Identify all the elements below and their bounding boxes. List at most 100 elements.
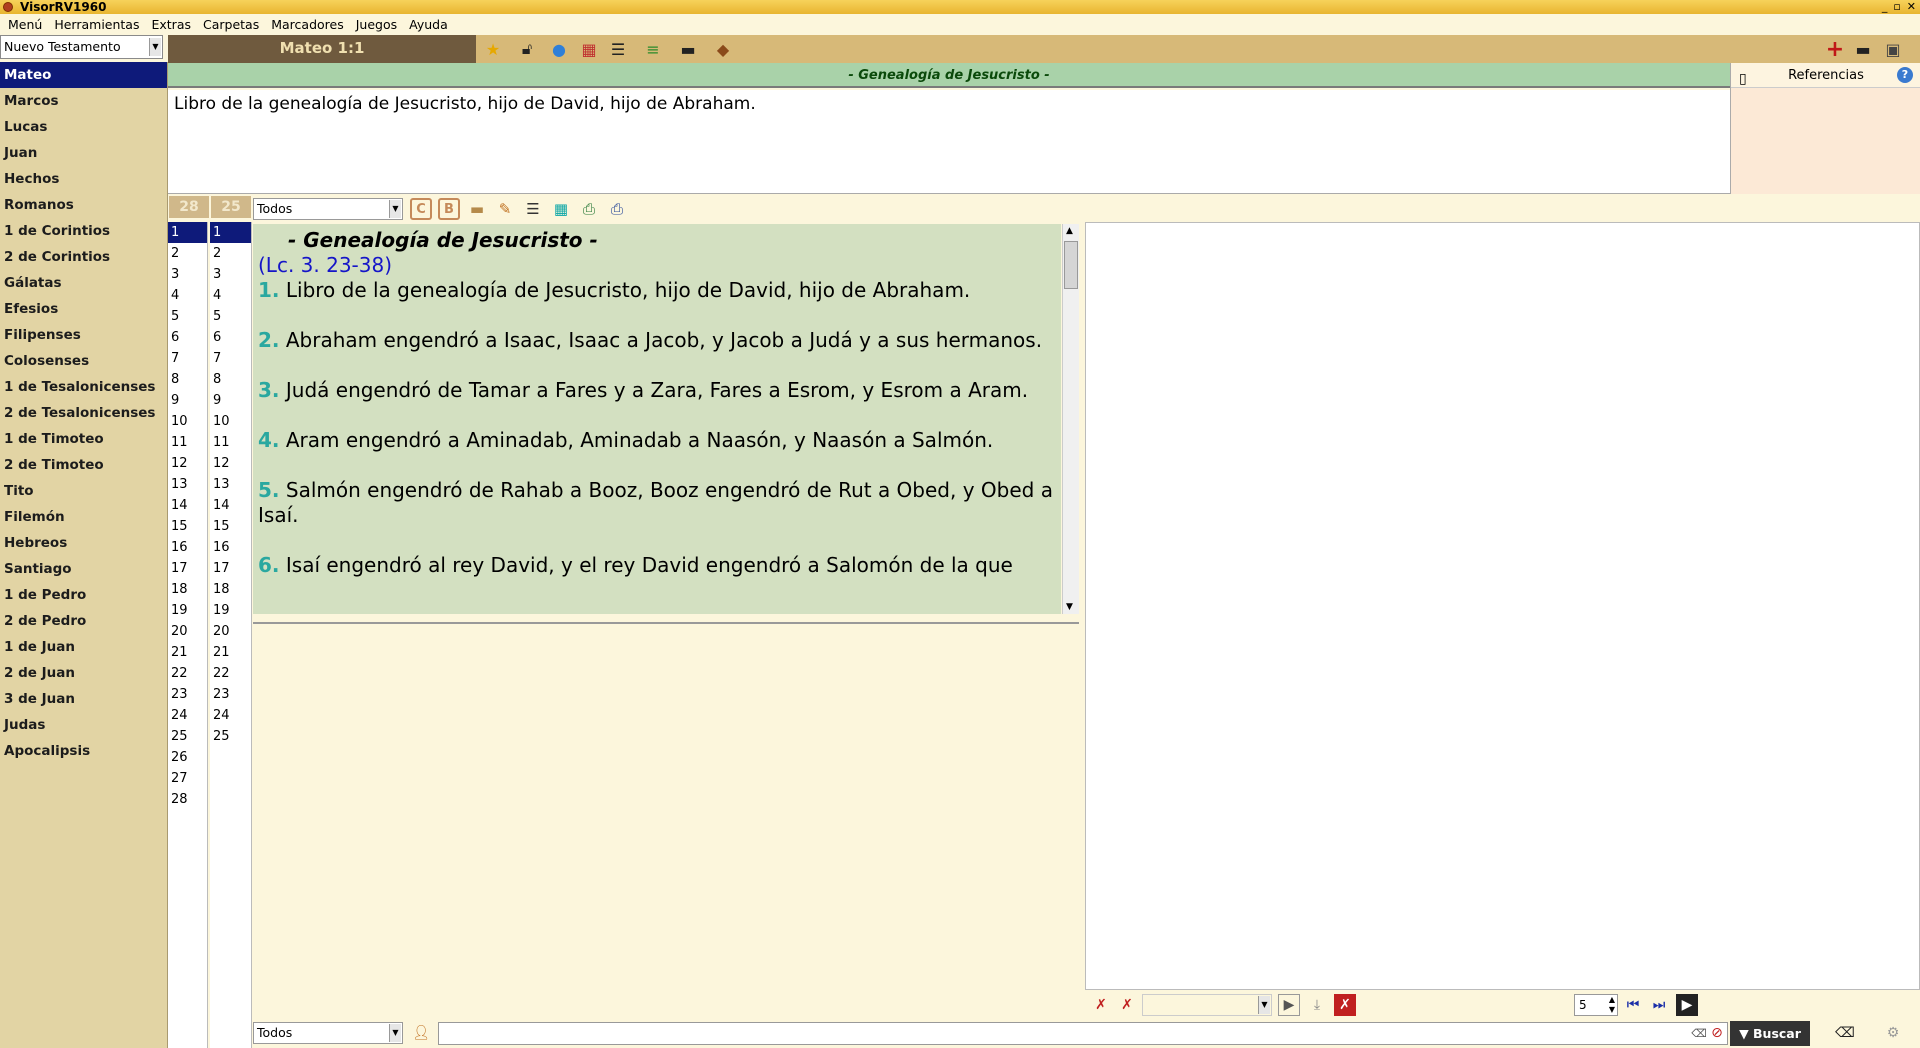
- notes-pane[interactable]: [253, 622, 1079, 1018]
- cancel-search-icon[interactable]: ⊘: [1706, 1022, 1728, 1044]
- book-item[interactable]: 3 de Juan: [0, 686, 167, 712]
- book-item[interactable]: Marcos: [0, 88, 167, 114]
- book-item[interactable]: Juan: [0, 140, 167, 166]
- scroll-up-icon[interactable]: ▲: [1066, 226, 1073, 236]
- verse-number[interactable]: 16: [210, 537, 251, 558]
- dropdown-arrow-icon[interactable]: ▼: [149, 38, 161, 56]
- clear-results-icon[interactable]: ⌫: [1834, 1022, 1856, 1044]
- book-item[interactable]: 1 de Pedro: [0, 582, 167, 608]
- speed-spinner[interactable]: 5 ▲ ▼: [1574, 994, 1618, 1016]
- print-preview-icon[interactable]: ⎙: [578, 198, 600, 220]
- chapter-number[interactable]: 14: [168, 495, 207, 516]
- dropdown-arrow-icon[interactable]: ▼: [389, 200, 401, 218]
- lines-icon[interactable]: ☰: [522, 198, 544, 220]
- chapter-number[interactable]: 2: [168, 243, 207, 264]
- search-input[interactable]: [438, 1022, 1728, 1045]
- next-icon[interactable]: ⏭: [1648, 994, 1670, 1016]
- user-icon[interactable]: 👤︎: [410, 1022, 432, 1044]
- book-item[interactable]: 1 de Juan: [0, 634, 167, 660]
- chapter-number[interactable]: 17: [168, 558, 207, 579]
- verse-number[interactable]: 3: [210, 264, 251, 285]
- book-item[interactable]: Apocalipsis: [0, 738, 167, 764]
- verse-number[interactable]: 21: [210, 642, 251, 663]
- book-item[interactable]: 1 de Tesalonicenses: [0, 374, 167, 400]
- testament-select[interactable]: Nuevo Testamento ▼: [0, 35, 163, 59]
- previous-icon[interactable]: ⏮: [1622, 994, 1644, 1016]
- book-item[interactable]: Mateo: [0, 62, 167, 88]
- verse-number[interactable]: 2: [210, 243, 251, 264]
- verse-number[interactable]: 11: [210, 432, 251, 453]
- book-item[interactable]: 2 de Pedro: [0, 608, 167, 634]
- verse-number[interactable]: 4: [210, 285, 251, 306]
- verse-number[interactable]: 24: [210, 705, 251, 726]
- search-filter-select[interactable]: Todos ▼: [253, 1022, 403, 1044]
- book-item[interactable]: Efesios: [0, 296, 167, 322]
- book-item[interactable]: 2 de Timoteo: [0, 452, 167, 478]
- chapter-number[interactable]: 16: [168, 537, 207, 558]
- chapter-number[interactable]: 21: [168, 642, 207, 663]
- document-icon[interactable]: ▯: [1739, 67, 1747, 92]
- minimize-button[interactable]: _: [1882, 0, 1888, 14]
- chapter-number[interactable]: 18: [168, 579, 207, 600]
- scroll-down-icon[interactable]: ▼: [1066, 602, 1073, 612]
- book-item[interactable]: Colosenses: [0, 348, 167, 374]
- monitor-icon[interactable]: ▬: [677, 38, 699, 60]
- menu-item-games[interactable]: Juegos: [350, 17, 403, 32]
- menu-item-extras[interactable]: Extras: [145, 17, 197, 32]
- list-icon[interactable]: ☰: [607, 38, 629, 60]
- star-bookmark-icon[interactable]: ★: [482, 38, 504, 60]
- chapter-number[interactable]: 5: [168, 306, 207, 327]
- book-item[interactable]: Lucas: [0, 114, 167, 140]
- tree-icon[interactable]: ≡: [642, 38, 664, 60]
- scroll-thumb[interactable]: [1064, 241, 1078, 289]
- chapter-number[interactable]: 3: [168, 264, 207, 285]
- verse-number[interactable]: 17: [210, 558, 251, 579]
- chapter-number[interactable]: 28: [168, 789, 207, 810]
- b-format-icon[interactable]: B: [438, 198, 460, 220]
- book-item[interactable]: 2 de Juan: [0, 660, 167, 686]
- compare-icon[interactable]: ▦: [578, 38, 600, 60]
- spinner-arrows-icon[interactable]: ▲ ▼: [1609, 995, 1615, 1015]
- verse-number[interactable]: 23: [210, 684, 251, 705]
- verse-number[interactable]: 14: [210, 495, 251, 516]
- book-item[interactable]: Hechos: [0, 166, 167, 192]
- verse-number[interactable]: 5: [210, 306, 251, 327]
- split-view-icon[interactable]: ▬: [466, 198, 488, 220]
- verse-number-label[interactable]: 1.: [258, 278, 280, 302]
- book-item[interactable]: 2 de Tesalonicenses: [0, 400, 167, 426]
- verse-number[interactable]: 10: [210, 411, 251, 432]
- verse-number[interactable]: 19: [210, 600, 251, 621]
- camera-icon[interactable]: ▣: [1882, 38, 1904, 60]
- verse-number[interactable]: 1: [210, 222, 251, 243]
- chapter-number[interactable]: 6: [168, 327, 207, 348]
- verse-number-label[interactable]: 2.: [258, 328, 280, 352]
- chapter-number[interactable]: 24: [168, 705, 207, 726]
- play-icon[interactable]: ▶: [1278, 994, 1300, 1016]
- book-item[interactable]: Santiago: [0, 556, 167, 582]
- verse-number[interactable]: 15: [210, 516, 251, 537]
- menu-item-help[interactable]: Ayuda: [403, 17, 454, 32]
- book-item[interactable]: Tito: [0, 478, 167, 504]
- verse-number[interactable]: 12: [210, 453, 251, 474]
- chapter-number[interactable]: 12: [168, 453, 207, 474]
- columns-icon[interactable]: ▦: [550, 198, 572, 220]
- book-item[interactable]: 2 de Corintios: [0, 244, 167, 270]
- help-icon[interactable]: ?: [1897, 67, 1913, 83]
- book-item[interactable]: Romanos: [0, 192, 167, 218]
- chapter-number[interactable]: 23: [168, 684, 207, 705]
- stop-icon[interactable]: ▶: [1676, 994, 1698, 1016]
- chapter-number[interactable]: 9: [168, 390, 207, 411]
- chapter-number[interactable]: 26: [168, 747, 207, 768]
- clear-links-icon[interactable]: ✗: [1090, 994, 1112, 1016]
- eraser-icon[interactable]: ◆: [712, 38, 734, 60]
- dropdown-arrow-icon[interactable]: ▼: [1258, 996, 1270, 1014]
- verse-number[interactable]: 8: [210, 369, 251, 390]
- chapter-number[interactable]: 22: [168, 663, 207, 684]
- close-button[interactable]: ✕: [1907, 0, 1916, 14]
- print-icon[interactable]: ⎙: [606, 198, 628, 220]
- chapter-number[interactable]: 1: [168, 222, 207, 243]
- reading-filter-select[interactable]: Todos ▼: [253, 198, 403, 220]
- verse-number-label[interactable]: 5.: [258, 478, 280, 502]
- maximize-button[interactable]: ▫: [1893, 0, 1900, 14]
- chapter-number[interactable]: 11: [168, 432, 207, 453]
